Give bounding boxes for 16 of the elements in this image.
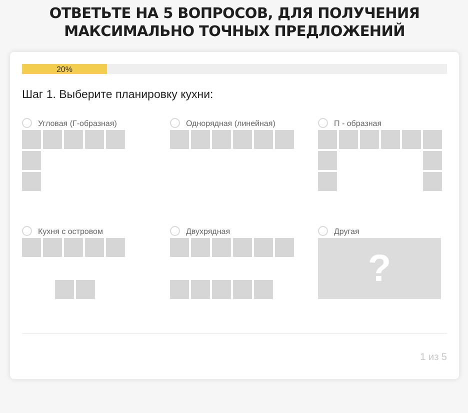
- radio-button[interactable]: [170, 118, 180, 128]
- layout-option[interactable]: Другая: [318, 225, 360, 238]
- radio-button[interactable]: [22, 118, 32, 128]
- layout-option[interactable]: Однорядная (линейная): [170, 117, 276, 130]
- radio-button[interactable]: [318, 118, 328, 128]
- question-text: Шаг 1. Выберите планировку кухни:: [22, 89, 214, 102]
- layout-option[interactable]: Двухрядная: [170, 225, 230, 238]
- radio-button[interactable]: [318, 226, 328, 236]
- layout-option[interactable]: Угловая (Г-образная): [22, 117, 117, 130]
- progress-label: 20%: [56, 64, 72, 74]
- question-mark: ?: [368, 250, 392, 288]
- page-heading: ОТВЕТЬТЕ НА 5 ВОПРОСОВ, ДЛЯ ПОЛУЧЕНИЯ МАКСИМАЛЬНО ТОЧНЫХ ПРЕДЛОЖЕНИЙ: [48, 5, 421, 41]
- layout-option[interactable]: П - образная: [318, 117, 382, 130]
- radio-button[interactable]: [170, 226, 180, 236]
- layout-option[interactable]: Кухня с островом: [22, 225, 103, 238]
- radio-button[interactable]: [22, 226, 32, 236]
